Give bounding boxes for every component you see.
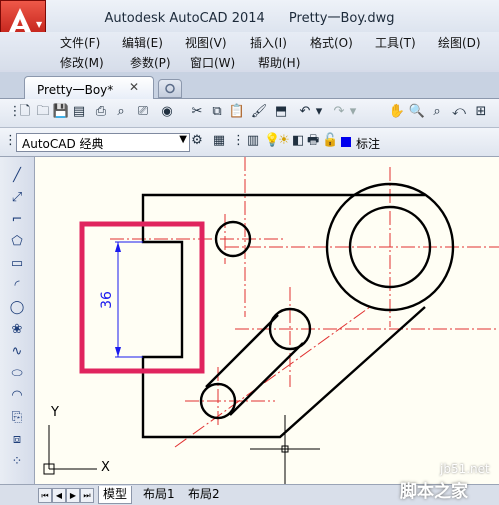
paste-icon[interactable]: 📋 [228,103,246,121]
print-preview-icon[interactable]: ⌕ [112,103,130,121]
sheet-icon[interactable]: ▤ [70,103,88,121]
last-layout-icon[interactable]: ⏭ [80,488,94,503]
plus-icon [165,83,175,94]
make-block-icon[interactable]: ⧈ [8,431,26,449]
redo-icon[interactable]: ↷ [330,103,348,121]
grip-handle-icon[interactable]: ⋮ [232,132,245,150]
zoom-previous-icon[interactable]: ⤺ [450,103,468,121]
cut-icon[interactable]: ✂ [188,103,206,121]
copy-icon[interactable]: ⧉ [208,103,226,121]
undo-icon[interactable]: ↶ [296,103,314,121]
standard-toolbar: ⋮ 🗋 🗀 💾 ▤ ⎙ ⌕ ⎚ ◉ ✂ ⧉ 📋 🖌 ⬒ ↶ ▾ ↷ ▾ ✋ 🔍 … [0,99,499,128]
ucs-icon [43,425,97,475]
watermark-site: jb51.net [440,462,490,476]
block-editor-icon[interactable]: ⬒ [272,103,290,121]
workspace-lock-icon[interactable]: ▦ [210,132,228,150]
print-icon[interactable]: ⎙ [92,103,110,121]
revision-cloud-icon[interactable]: ❀ [8,321,26,339]
undo-dropdown-icon[interactable]: ▾ [314,103,324,121]
menu-insert[interactable]: 插入(I) [250,34,287,51]
ellipse-arc-icon[interactable]: ◠ [8,387,26,405]
menu-bar: 文件(F) 编辑(E) 视图(V) 插入(I) 格式(O) 工具(T) 绘图(D… [0,32,499,70]
arc-icon[interactable]: ◜ [8,277,26,295]
draw-toolbar: ╱ ⤢ ⌐ ⬠ ▭ ◜ ◯ ❀ ∿ ⬭ ◠ ⎘ ⧈ ⁘ [0,157,35,484]
tab-layout2[interactable]: 布局2 [184,486,224,503]
menu-edit[interactable]: 编辑(E) [122,34,163,51]
file-name: Pretty一Boy.dwg [288,11,395,26]
tab-model[interactable]: 模型 [98,486,133,504]
menu-help[interactable]: 帮助(H) [258,54,300,71]
close-icon[interactable]: ✕ [129,80,139,94]
grip-handle-icon[interactable]: ⋮ [4,132,17,150]
ucs-y-label: Y [50,405,59,420]
drawing-svg: 36 Y X [43,157,499,484]
redo-dropdown-icon[interactable]: ▾ [348,103,358,121]
rectangle-icon[interactable]: ▭ [8,255,26,273]
new-file-icon[interactable]: 🗋 [16,103,34,121]
workspace-settings-icon[interactable]: ⚙ [188,132,206,150]
polyline-icon[interactable]: ⌐ [8,211,26,229]
line-icon[interactable]: ╱ [8,167,26,185]
layer-properties-icon[interactable]: ▥ [244,132,262,150]
current-layer-name[interactable]: 标注 [356,135,380,152]
save-icon[interactable]: 💾 [52,103,70,121]
tab-document-label: Pretty一Boy* [37,83,114,97]
first-layout-icon[interactable]: ⏮ [38,488,52,503]
circle-icon[interactable]: ◯ [8,299,26,317]
chevron-down-icon: ▼ [179,134,187,145]
ellipse-icon[interactable]: ⬭ [8,365,26,383]
tab-document[interactable]: Pretty一Boy* ✕ [24,76,154,99]
menu-format[interactable]: 格式(O) [310,34,353,51]
dimension-36[interactable]: 36 [99,241,143,358]
plot-icon[interactable]: ⎚ [134,103,152,121]
layer-unlock-icon[interactable]: 🔓 [322,132,338,150]
match-properties-icon[interactable]: 🖌 [250,103,268,121]
insert-block-icon[interactable]: ⎘ [8,409,26,427]
ucs-x-label: X [101,460,110,475]
properties-icon[interactable]: ⊞ [472,103,490,121]
point-icon[interactable]: ⁘ [8,453,26,471]
menu-draw[interactable]: 绘图(D) [438,34,481,51]
menu-view[interactable]: 视图(V) [185,34,227,51]
layer-on-bulb-icon[interactable]: 💡 [264,132,280,150]
layer-thaw-sun-icon[interactable]: ☀ [278,132,290,150]
workspace-dropdown[interactable]: AutoCAD 经典 ▼ [16,133,190,152]
pan-icon[interactable]: ✋ [388,103,406,121]
layer-plot-icon[interactable]: 🖶 [307,132,319,150]
new-tab-button[interactable] [158,79,182,98]
workspace-value: AutoCAD 经典 [22,137,104,151]
menu-modify[interactable]: 修改(M) [60,54,104,71]
drawing-canvas[interactable]: 36 Y X [35,157,499,484]
menu-window[interactable]: 窗口(W) [190,54,235,71]
watermark-brand: 脚本之家 [400,482,468,502]
app-title: Autodesk AutoCAD 2014 [104,11,265,26]
menu-parametric[interactable]: 参数(P) [130,54,171,71]
menu-tools[interactable]: 工具(T) [375,34,416,51]
layer-viewport-icon[interactable]: ◧ [292,132,304,150]
crosshair-cursor [250,415,320,484]
dimension-text: 36 [99,291,115,309]
zoom-realtime-icon[interactable]: 🔍 [408,103,426,121]
centerlines [110,157,499,448]
construction-line-icon[interactable]: ⤢ [8,189,26,207]
tab-layout1[interactable]: 布局1 [139,486,179,503]
polygon-icon[interactable]: ⬠ [8,233,26,251]
open-folder-icon[interactable]: 🗀 [34,103,52,121]
zoom-window-icon[interactable]: ⌕ [428,103,446,121]
publish-icon[interactable]: ◉ [158,103,176,121]
window-title: Autodesk AutoCAD 2014 Pretty一Boy.dwg [0,7,499,26]
layer-color-swatch [341,137,351,147]
previous-layout-icon[interactable]: ◀ [52,488,66,503]
next-layout-icon[interactable]: ▶ [66,488,80,503]
menu-file[interactable]: 文件(F) [60,34,100,51]
chevron-down-icon: ▼ [36,20,43,29]
spline-icon[interactable]: ∿ [8,343,26,361]
